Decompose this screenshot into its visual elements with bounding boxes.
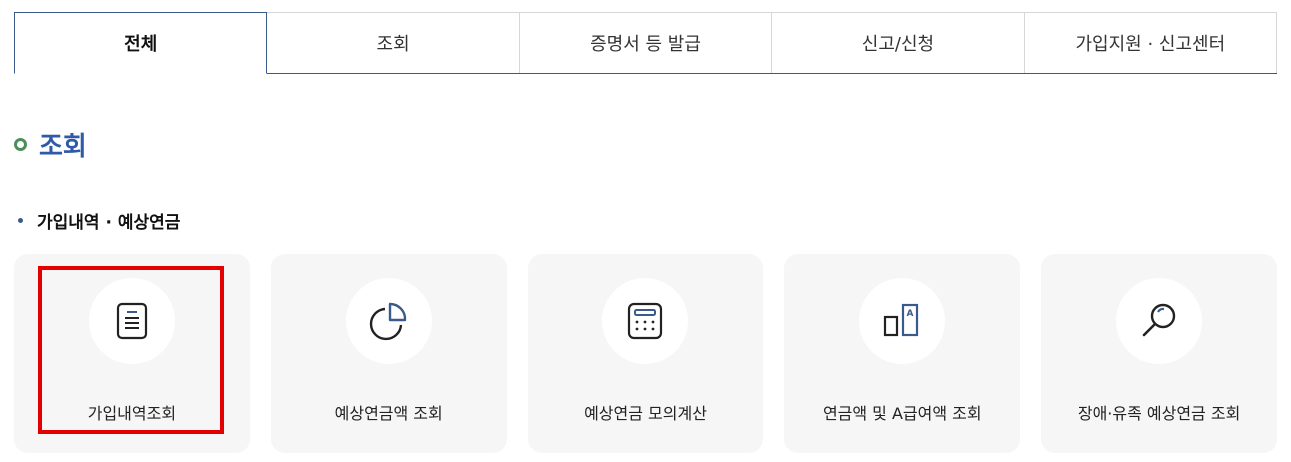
ring-bullet-icon <box>14 138 27 151</box>
tab-inquiry[interactable]: 조회 <box>267 12 520 73</box>
document-icon <box>88 278 175 364</box>
tab-all[interactable]: 전체 <box>14 12 268 74</box>
section-heading: 조회 <box>14 126 87 163</box>
card-disability-survivor[interactable]: 장애·유족 예상연금 조회 <box>1041 254 1277 453</box>
card-enrollment-history[interactable]: 가입내역조회 <box>14 254 250 453</box>
subsection-title: 가입내역 · 예상연금 <box>37 213 181 233</box>
card-pension-a-benefit[interactable]: A 연금액 및 A급여액 조회 <box>784 254 1021 453</box>
svg-text:A: A <box>907 309 914 319</box>
tab-support[interactable]: 가입지원 · 신고센터 <box>1024 12 1278 73</box>
card-label: 가입내역조회 <box>87 404 177 423</box>
calculator-icon <box>602 278 689 364</box>
subsection-heading: 가입내역 · 예상연금 <box>18 208 180 233</box>
pie-chart-icon <box>345 278 432 364</box>
card-expected-pension[interactable]: 예상연금액 조회 <box>270 254 507 453</box>
section-title: 조회 <box>39 132 87 162</box>
card-pension-simulation[interactable]: 예상연금 모의계산 <box>527 254 764 453</box>
tab-certificate[interactable]: 증명서 등 발급 <box>519 12 773 73</box>
tab-report[interactable]: 신고/신청 <box>772 12 1025 73</box>
tab-bar: 전체 조회 증명서 등 발급 신고/신청 가입지원 · 신고센터 <box>14 12 1278 74</box>
dot-bullet-icon <box>18 218 23 223</box>
card-label: 장애·유족 예상연금 조회 <box>1077 404 1241 423</box>
card-label: 연금액 및 A급여액 조회 <box>822 404 982 423</box>
magnifier-icon <box>1116 278 1203 364</box>
card-label: 예상연금 모의계산 <box>584 404 707 423</box>
bar-a-icon: A <box>859 278 946 364</box>
service-card-list: 가입내역조회 예상연금액 조회 예상연금 모의계산 A 연금액 및 A급여액 조… <box>14 254 1277 453</box>
card-label: 예상연금액 조회 <box>334 404 443 423</box>
